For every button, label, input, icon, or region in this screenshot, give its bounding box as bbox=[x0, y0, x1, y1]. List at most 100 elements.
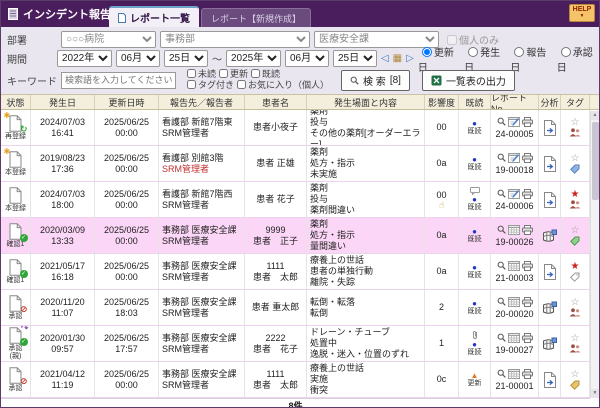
printer-icon[interactable] bbox=[521, 116, 533, 127]
magnifier-icon[interactable] bbox=[497, 297, 506, 306]
magnifier-icon[interactable] bbox=[497, 261, 506, 270]
favorite-checkbox[interactable] bbox=[237, 80, 247, 89]
analysis-report-icon[interactable] bbox=[543, 191, 557, 208]
prev-period-icon[interactable]: ◁ bbox=[381, 53, 389, 64]
impact-cell: 00 ☝ bbox=[425, 182, 459, 217]
help-button[interactable]: HELP ▼ bbox=[569, 4, 595, 22]
star-outline-icon[interactable]: ☆ bbox=[571, 334, 580, 344]
star-outline-icon[interactable]: ☆ bbox=[571, 369, 580, 380]
tagged-checkbox[interactable] bbox=[187, 80, 196, 89]
read-checkbox-label[interactable]: 既読 bbox=[248, 69, 280, 80]
report-row[interactable]: ✱ 本登録 2019/08/23 17:36 2025/06/25 00:00 看護部 別館… bbox=[1, 146, 599, 182]
report-row[interactable]: ✱ ↻ 再登録 2024/07/03 16:41 2025/06/25 00:00 看護部 新… bbox=[1, 110, 599, 146]
star-filled-icon[interactable]: ★ bbox=[571, 190, 580, 200]
calendar-edit-icon[interactable] bbox=[507, 188, 520, 199]
from-day-select[interactable]: 25日 bbox=[163, 50, 208, 67]
report-row[interactable]: 本登録 2024/07/03 18:00 2025/06/25 00:00 看護部 新館7… bbox=[1, 182, 599, 218]
report-row[interactable]: ✓ 確認1 2020/03/09 13:33 2025/06/25 00:00 事務部 医療… bbox=[1, 218, 599, 254]
magnifier-icon[interactable] bbox=[497, 153, 506, 162]
impact-cell: 0a bbox=[425, 254, 459, 289]
analysis-report-icon[interactable] bbox=[543, 155, 557, 172]
hospital-select[interactable]: ○○○病院 bbox=[61, 31, 156, 48]
from-month-select[interactable]: 06月 bbox=[115, 50, 160, 67]
printer-icon[interactable] bbox=[521, 260, 533, 271]
unread-checkbox[interactable] bbox=[187, 69, 196, 78]
calendar-icon[interactable] bbox=[507, 224, 520, 235]
tab-report-list[interactable]: レポート一覧 bbox=[109, 6, 199, 27]
updated-checkbox-label[interactable]: 更新 bbox=[216, 69, 248, 80]
reporter: SRM管理者 bbox=[162, 379, 209, 390]
updated-date-radio[interactable] bbox=[421, 46, 432, 57]
calendar-edit-icon[interactable] bbox=[507, 116, 520, 127]
magnifier-icon[interactable] bbox=[497, 189, 506, 198]
analysis-cell bbox=[539, 146, 561, 181]
star-outline-icon[interactable]: ☆ bbox=[571, 225, 580, 236]
from-year-select[interactable]: 2022年 bbox=[56, 50, 112, 67]
report-row[interactable]: ⊘ 承認 2020/11/20 11:07 2025/06/25 18:03 事務部 医療安… bbox=[1, 290, 599, 326]
unread-checkbox-label[interactable]: 未読 bbox=[184, 69, 216, 80]
analysis-grid-icon[interactable] bbox=[542, 229, 557, 243]
calendar-icon[interactable] bbox=[507, 260, 520, 271]
radio-approved-date[interactable]: 承認日 bbox=[557, 44, 599, 74]
scrollbar-down-icon[interactable]: ▼ bbox=[591, 389, 599, 398]
star-outline-icon[interactable]: ☆ bbox=[571, 298, 580, 308]
magnifier-icon[interactable] bbox=[497, 117, 506, 126]
printer-icon[interactable] bbox=[521, 296, 533, 307]
tab-report-new[interactable]: レポート【新規作成】 bbox=[201, 8, 312, 27]
to-day-select[interactable]: 25日 bbox=[332, 50, 377, 67]
printer-icon[interactable] bbox=[521, 332, 533, 343]
department-select[interactable]: 事務部 bbox=[160, 31, 310, 48]
scrollbar-thumb[interactable] bbox=[592, 122, 599, 200]
tag-cell: ☆ bbox=[561, 110, 590, 145]
help-label: HELP bbox=[572, 6, 592, 13]
analysis-report-icon[interactable] bbox=[543, 119, 557, 136]
patient-cell: 患者 正雄 bbox=[245, 146, 307, 181]
calendar-icon[interactable] bbox=[507, 296, 520, 307]
radio-report-date[interactable]: 報告日 bbox=[510, 44, 552, 74]
report-date-radio[interactable] bbox=[514, 46, 525, 57]
report-row[interactable]: ⊘ 承認 2021/04/12 11:19 2025/06/25 00:00 事務部 医療安… bbox=[1, 362, 599, 398]
search-button[interactable]: 検 索 [8] bbox=[341, 69, 410, 91]
status-label: 本登録 bbox=[5, 169, 26, 176]
printer-icon[interactable] bbox=[521, 152, 533, 163]
printer-icon[interactable] bbox=[521, 224, 533, 235]
printer-icon[interactable] bbox=[521, 368, 533, 379]
analysis-report-icon[interactable] bbox=[543, 263, 557, 280]
report-row[interactable]: ✓ 確認1 2021/05/17 16:18 2025/06/25 00:00 事務部 医療… bbox=[1, 254, 599, 290]
occurred-date-radio[interactable] bbox=[468, 46, 479, 57]
star-filled-icon[interactable]: ★ bbox=[571, 261, 580, 272]
printer-icon[interactable] bbox=[521, 188, 533, 199]
magnifier-icon[interactable] bbox=[497, 225, 506, 234]
analysis-cell bbox=[539, 218, 561, 253]
calendar-picker-icon[interactable]: ▦ bbox=[393, 53, 402, 64]
export-button[interactable]: 一覧表の出力 bbox=[421, 69, 515, 91]
to-year-select[interactable]: 2025年 bbox=[225, 50, 281, 67]
star-outline-icon[interactable]: ☆ bbox=[571, 118, 580, 128]
table-scrollbar[interactable]: ▲ ▼ bbox=[590, 111, 599, 398]
tagged-checkbox-label[interactable]: タグ付き bbox=[184, 80, 234, 91]
analysis-cell bbox=[539, 362, 561, 397]
magnifier-icon[interactable] bbox=[497, 333, 506, 342]
keyword-input[interactable] bbox=[61, 71, 176, 89]
magnifier-icon[interactable] bbox=[497, 369, 506, 378]
analysis-grid-icon[interactable] bbox=[542, 337, 557, 351]
col-impact: 影響度 bbox=[425, 95, 459, 109]
calendar-icon[interactable] bbox=[507, 368, 520, 379]
analysis-report-icon[interactable] bbox=[543, 371, 557, 388]
calendar-edit-icon[interactable] bbox=[507, 152, 520, 163]
star-outline-icon[interactable]: ☆ bbox=[571, 153, 580, 164]
favorite-checkbox-label[interactable]: お気に入り（個人） bbox=[234, 80, 329, 91]
scrollbar-up-icon[interactable]: ▲ bbox=[591, 111, 599, 120]
analysis-grid-icon[interactable] bbox=[542, 301, 557, 315]
dept-label: 部署 bbox=[7, 36, 27, 47]
calendar-icon[interactable] bbox=[507, 332, 520, 343]
read-checkbox[interactable] bbox=[251, 69, 261, 78]
content-line: 離院・失踪 bbox=[310, 277, 356, 287]
next-period-icon[interactable]: ▷ bbox=[406, 53, 414, 64]
approved-date-radio[interactable] bbox=[560, 46, 571, 57]
read-state-label: 既読 bbox=[467, 272, 482, 279]
to-month-select[interactable]: 06月 bbox=[284, 50, 329, 67]
patient-cell: 1111 患者 太郎 bbox=[245, 362, 307, 397]
updated-checkbox[interactable] bbox=[219, 69, 229, 78]
report-row[interactable]: ↷ ✓ 承認 (親) 2020/01/30 09:57 2025/06/25 17:57 事務部… bbox=[1, 326, 599, 362]
